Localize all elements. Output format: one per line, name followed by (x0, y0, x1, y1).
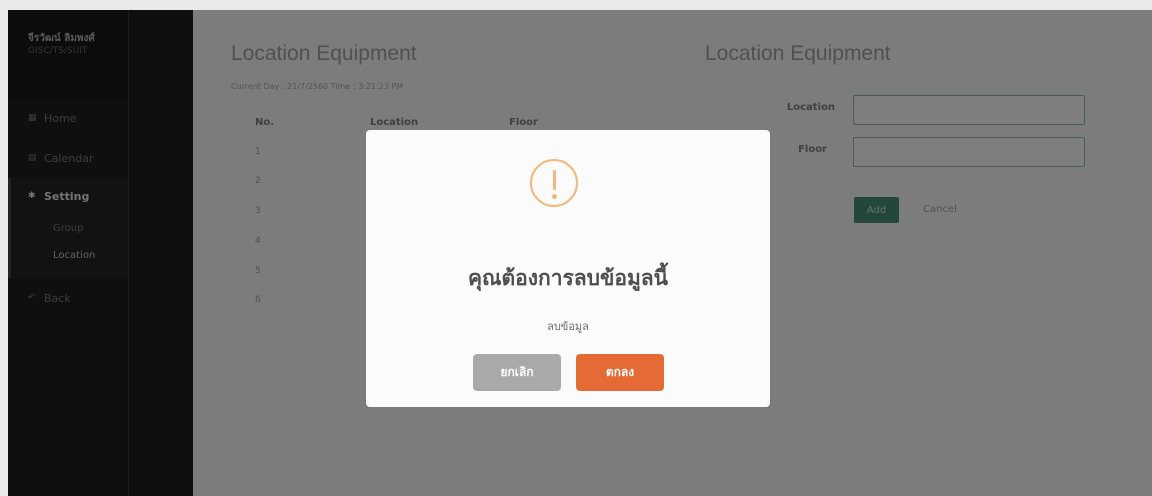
confirm-dialog: คุณต้องการลบข้อมูลนี้ ลบข้อมูล ยกเลิก ตก… (366, 130, 770, 407)
dialog-cancel-button[interactable]: ยกเลิก (473, 354, 561, 391)
dialog-confirm-button[interactable]: ตกลง (576, 354, 664, 391)
warning-icon (530, 159, 578, 207)
app-window: จีรวัฒน์ ลิมพงศ์ GISC/TS/SUIT ▦ Home ▤ C… (8, 10, 1152, 496)
dialog-text: ลบข้อมูล (547, 320, 589, 333)
dialog-title: คุณต้องการลบข้อมูลนี้ (467, 266, 669, 290)
